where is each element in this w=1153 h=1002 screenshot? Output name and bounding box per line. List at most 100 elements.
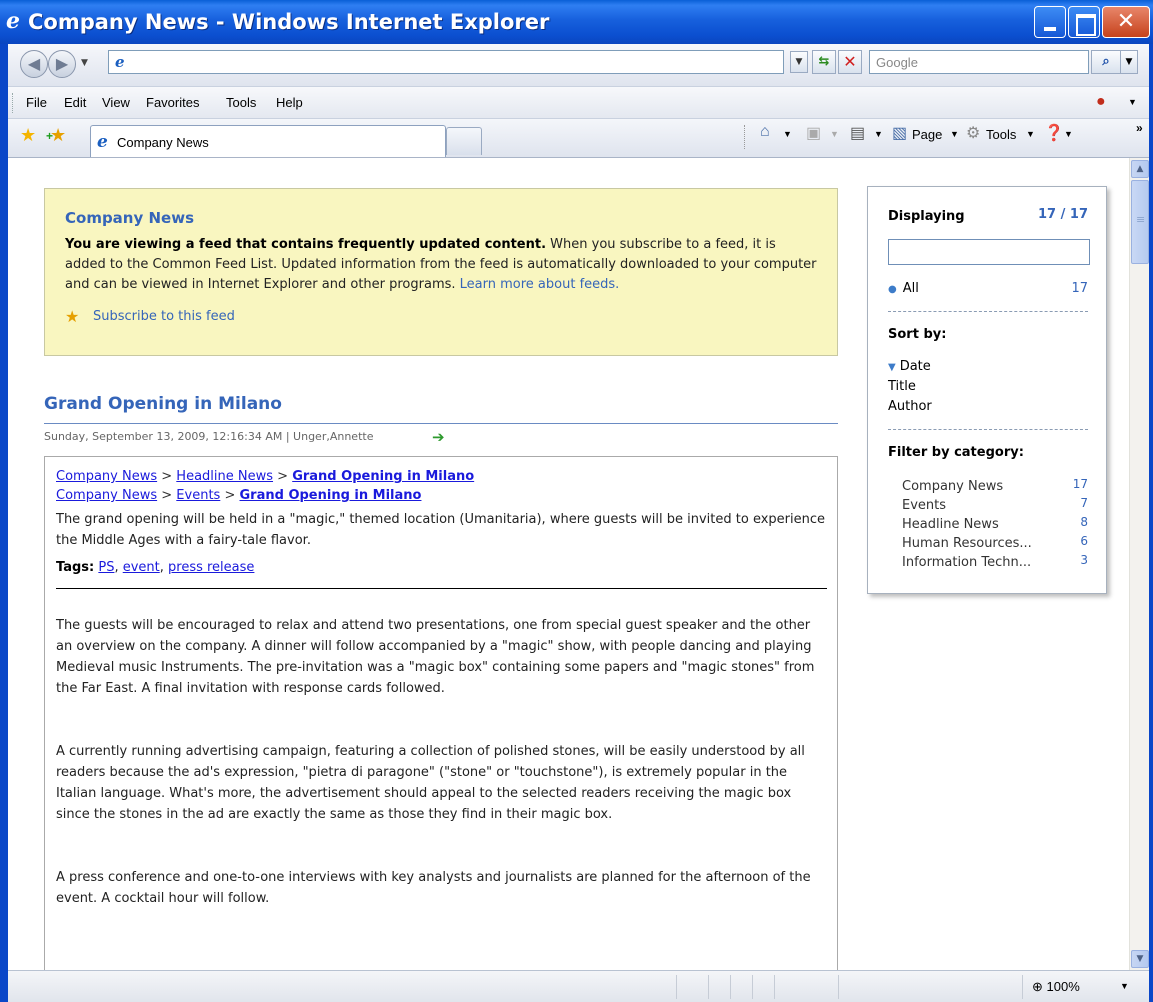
status-segment: [708, 975, 709, 999]
address-toolbar: ◀ ▶ ▼ e ▼ ⇆ ✕ ⌕ ▼: [8, 44, 1149, 86]
breadcrumb-link[interactable]: Grand Opening in Milano: [292, 469, 474, 484]
article-paragraph: The guests will be encouraged to relax a…: [56, 618, 815, 696]
search-button[interactable]: ⌕: [1091, 50, 1121, 74]
breadcrumb-link[interactable]: Company News: [56, 469, 157, 484]
more-commands-icon[interactable]: »: [1136, 121, 1143, 135]
breadcrumb-separator: >: [161, 488, 173, 503]
category-count: 6: [1080, 534, 1088, 548]
menu-edit[interactable]: Edit: [64, 95, 86, 110]
tools-menu-button[interactable]: Tools: [986, 127, 1016, 142]
sort-label: Sort by:: [888, 327, 947, 342]
add-feed-icon: ★: [65, 307, 80, 326]
refresh-button[interactable]: ⇆: [812, 50, 836, 74]
category-name: Company News: [902, 479, 1004, 494]
address-input[interactable]: [135, 53, 775, 71]
breadcrumb-link[interactable]: Grand Opening in Milano: [240, 488, 422, 503]
print-dropdown-icon[interactable]: ▼: [874, 129, 883, 139]
favorites-center-icon[interactable]: ★: [20, 125, 36, 146]
subscribe-link[interactable]: ★ Subscribe to this feed: [65, 307, 817, 326]
breadcrumb-link[interactable]: Company News: [56, 488, 157, 503]
sort-by-date[interactable]: ▼ Date: [888, 359, 931, 374]
research-dropdown-icon[interactable]: ▼: [1128, 97, 1137, 107]
sort-by-author[interactable]: Author: [888, 399, 932, 414]
minimize-button[interactable]: [1034, 6, 1066, 38]
research-icon[interactable]: ●: [1096, 93, 1106, 111]
add-favorite-icon[interactable]: ★: [46, 125, 66, 146]
stop-button[interactable]: ✕: [838, 50, 862, 74]
filter-search-field[interactable]: [888, 239, 1090, 265]
panel-divider: [888, 311, 1088, 312]
window-title: Company News - Windows Internet Explorer: [28, 10, 550, 34]
zoom-level[interactable]: ⊕ 100%: [1032, 979, 1080, 995]
article-title[interactable]: Grand Opening in Milano: [44, 394, 282, 414]
scroll-up-button[interactable]: ▲: [1131, 160, 1149, 178]
category-count: 7: [1080, 496, 1088, 510]
menu-favorites[interactable]: Favorites: [146, 95, 199, 110]
category-item[interactable]: Headline News 8: [902, 515, 1088, 532]
sort-option-label: Date: [899, 359, 931, 374]
scroll-down-button[interactable]: ▼: [1131, 950, 1149, 968]
help-dropdown-icon[interactable]: ▼: [1064, 129, 1073, 139]
scroll-thumb[interactable]: [1131, 180, 1149, 264]
go-arrow-icon[interactable]: ➔: [432, 428, 445, 446]
search-field[interactable]: [869, 50, 1089, 74]
status-segment: [838, 975, 839, 999]
tag-link[interactable]: event: [123, 560, 160, 575]
new-tab-button[interactable]: [446, 127, 482, 155]
tab-company-news[interactable]: e Company News: [90, 125, 446, 157]
menu-view[interactable]: View: [102, 95, 130, 110]
breadcrumb-link[interactable]: Headline News: [176, 469, 273, 484]
menu-help[interactable]: Help: [276, 95, 303, 110]
filter-category-label: Filter by category:: [888, 445, 1024, 460]
help-icon[interactable]: ❓: [1044, 123, 1064, 143]
print-icon[interactable]: ▤: [850, 123, 865, 143]
breadcrumb-link[interactable]: Events: [176, 488, 220, 503]
article-meta: Sunday, September 13, 2009, 12:16:34 AM …: [44, 430, 374, 443]
home-icon[interactable]: ⌂: [760, 123, 770, 141]
vertical-scrollbar[interactable]: ▲ ▼: [1129, 158, 1149, 970]
menu-file[interactable]: File: [26, 95, 47, 110]
feed-description: You are viewing a feed that contains fre…: [65, 235, 817, 295]
filter-all[interactable]: ● All 17: [888, 281, 1088, 296]
back-button[interactable]: ◀: [20, 50, 48, 78]
address-field[interactable]: e: [108, 50, 784, 74]
category-item[interactable]: Events 7: [902, 496, 1088, 513]
recent-pages-dropdown-icon[interactable]: ▼: [81, 58, 88, 68]
category-item[interactable]: Information Techn... 3: [902, 553, 1088, 570]
feed-description-bold: You are viewing a feed that contains fre…: [65, 237, 547, 252]
all-label: All: [902, 281, 919, 296]
page-dropdown-icon[interactable]: ▼: [950, 129, 959, 139]
category-name: Human Resources...: [902, 536, 1032, 551]
breadcrumb: Company News > Events > Grand Opening in…: [56, 486, 827, 505]
feeds-icon[interactable]: ▣: [806, 123, 821, 143]
zoom-dropdown-icon[interactable]: ▼: [1120, 981, 1129, 991]
menu-bar: File Edit View Favorites Tools Help ● ▼: [8, 86, 1149, 118]
search-input[interactable]: [870, 51, 1088, 73]
page-menu-button[interactable]: Page: [912, 127, 942, 142]
menu-tools[interactable]: Tools: [226, 95, 256, 110]
close-button[interactable]: ✕: [1102, 6, 1150, 38]
gear-icon[interactable]: ⚙: [966, 123, 980, 143]
learn-more-link[interactable]: Learn more about feeds.: [460, 277, 620, 292]
tag-link[interactable]: PS: [98, 560, 114, 575]
feed-filter-panel: Displaying 17 / 17 ● All 17 Sort by: ▼ Dat…: [867, 186, 1107, 594]
page-menu-icon[interactable]: ▧: [892, 123, 907, 143]
category-item[interactable]: Human Resources... 6: [902, 534, 1088, 551]
home-dropdown-icon[interactable]: ▼: [783, 129, 792, 139]
tools-dropdown-icon[interactable]: ▼: [1026, 129, 1035, 139]
displaying-count: 17 / 17: [1038, 207, 1088, 222]
sort-by-title[interactable]: Title: [888, 379, 916, 394]
filter-search-input[interactable]: [889, 240, 1089, 264]
article-separator: [56, 588, 827, 589]
forward-button[interactable]: ▶: [48, 50, 76, 78]
category-item[interactable]: Company News 17: [902, 477, 1088, 494]
feed-info-banner: Company News You are viewing a feed that…: [44, 188, 838, 356]
displaying-label: Displaying: [888, 209, 965, 224]
ie-logo-icon: e: [6, 8, 20, 34]
search-options-dropdown[interactable]: ▼: [1120, 50, 1138, 74]
feeds-dropdown-icon: ▼: [830, 129, 839, 139]
feed-title: Company News: [65, 209, 194, 227]
address-dropdown-button[interactable]: ▼: [790, 51, 808, 73]
tag-link[interactable]: press release: [168, 560, 254, 575]
maximize-button[interactable]: [1068, 6, 1100, 38]
